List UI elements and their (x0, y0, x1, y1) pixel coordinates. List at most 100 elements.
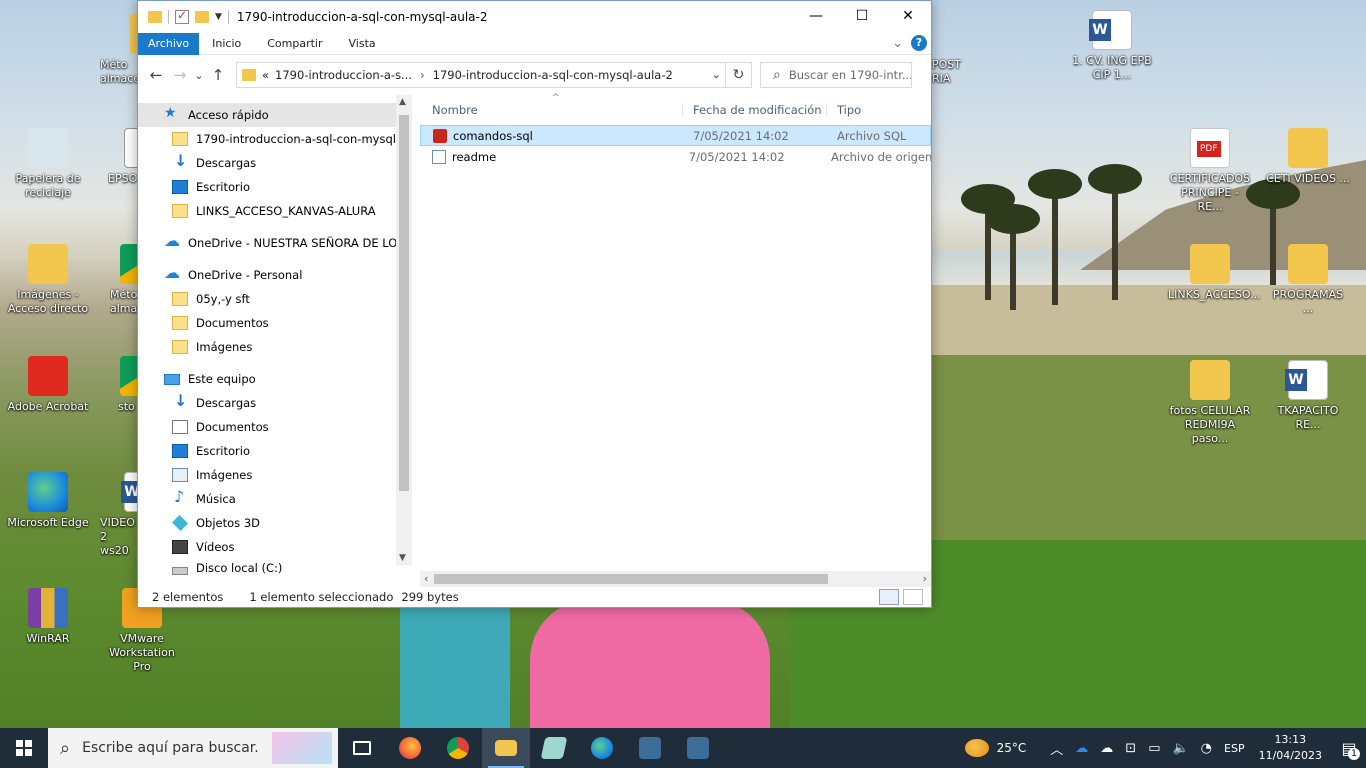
address-bar[interactable]: « 1790-introduccion-a-s... › 1790-introd… (236, 62, 726, 88)
new-folder-icon[interactable] (195, 11, 209, 23)
desktop-icon-sto[interactable]: sto (118, 356, 138, 414)
start-button[interactable] (0, 728, 48, 768)
desktop-icon-epson[interactable]: EPSO (108, 128, 138, 186)
language-indicator[interactable]: ESP (1224, 742, 1245, 755)
taskbar-mysql-workbench[interactable] (626, 728, 674, 768)
desktop-icon-cv[interactable]: 1. CV. ING EPB CIP 1... (1070, 10, 1154, 82)
tab-inicio[interactable]: Inicio (199, 33, 254, 55)
horizontal-scrollbar[interactable]: ‹ › (420, 571, 931, 587)
desktop-icon-certificados[interactable]: CERTIFICADOS PRINCIPE - RE... (1168, 128, 1252, 214)
nav-item-documentos-onedrive[interactable]: Documentos (138, 311, 412, 335)
column-header-tipo[interactable]: Tipo (826, 103, 861, 117)
network-adapter-icon[interactable]: ⊡ (1125, 741, 1136, 756)
nav-item-este-equipo[interactable]: Este equipo (138, 367, 412, 391)
minimize-button[interactable]: — (793, 1, 839, 31)
horizontal-scrollbar-thumb[interactable] (434, 574, 828, 584)
nav-item-05y-sft[interactable]: 05y,-y sft (138, 287, 412, 311)
expand-ribbon-chevron-icon[interactable]: ⌄ (892, 36, 903, 51)
back-button[interactable]: ← (144, 66, 168, 84)
winrar-icon (28, 588, 68, 628)
nav-item-escritorio[interactable]: Escritorio (138, 175, 412, 199)
file-row-readme[interactable]: readme 7/05/2021 14:02 Archivo de origen (420, 146, 931, 167)
desktop-icon-edge[interactable]: Microsoft Edge (6, 472, 90, 530)
maximize-button[interactable]: ☐ (839, 1, 885, 31)
properties-icon[interactable] (175, 8, 189, 24)
taskbar-firefox[interactable] (386, 728, 434, 768)
taskbar-edge[interactable] (578, 728, 626, 768)
nav-item-descargas[interactable]: Descargas (138, 151, 412, 175)
details-view-icon[interactable] (879, 589, 899, 605)
nav-item-disco-local[interactable]: Disco local (C:) (138, 559, 412, 575)
nav-item-links-acceso[interactable]: LINKS_ACCESO_KANVAS-ALURA (138, 199, 412, 223)
customize-toolbar-chevron-icon[interactable]: ▼ (215, 12, 222, 22)
nav-scrollbar[interactable]: ▲ ▼ (396, 95, 412, 565)
column-header-nombre[interactable]: Nombre (420, 103, 682, 117)
desktop-icon-programas[interactable]: PROGRAMAS ... (1266, 244, 1350, 316)
nav-item-onedrive-personal[interactable]: OneDrive - Personal (138, 263, 412, 287)
address-overflow-icon[interactable]: « (262, 68, 269, 82)
desktop-icon-video[interactable]: VIDEO 2 ws20 (100, 472, 138, 558)
address-dropdown-chevron-icon[interactable]: ⌄ (712, 68, 721, 81)
close-button[interactable]: ✕ (885, 1, 931, 31)
tab-vista[interactable]: Vista (336, 33, 389, 55)
nav-item-acceso-rapido[interactable]: Acceso rápido (138, 103, 412, 127)
title-bar[interactable]: ▼ 1790-introduccion-a-sql-con-mysql-aula… (138, 1, 931, 33)
onedrive-icon[interactable]: ☁ (1075, 741, 1088, 756)
taskbar-notes[interactable] (530, 728, 578, 768)
refresh-button[interactable]: ↻ (726, 62, 752, 88)
desktop-icon-tkapacito[interactable]: TKAPACITO RE... (1266, 360, 1350, 432)
nav-item-descargas-pc[interactable]: Descargas (138, 391, 412, 415)
nav-item-objetos-3d[interactable]: Objetos 3D (138, 511, 412, 535)
desktop-icon-winrar[interactable]: WinRAR (6, 588, 90, 646)
desktop-icon-recycle-bin[interactable]: Papelera de reciclaje (6, 128, 90, 200)
recent-locations-chevron-icon[interactable]: ⌄ (192, 69, 206, 82)
desktop-icon-metodos[interactable]: Méto almace (100, 14, 140, 86)
scroll-up-icon[interactable]: ▲ (399, 97, 406, 107)
column-header-fecha[interactable]: Fecha de modificación (682, 103, 826, 117)
breadcrumb-parent[interactable]: 1790-introduccion-a-s... (275, 68, 412, 82)
nav-item-onedrive-lourdes[interactable]: OneDrive - NUESTRA SEÑORA DE LOURDES (138, 231, 412, 255)
desktop-icon-metodos-2[interactable]: Méto almace (110, 244, 138, 316)
forward-button[interactable]: → (168, 66, 192, 84)
desktop-icon-images-shortcut[interactable]: Imágenes - Acceso directo (6, 244, 90, 316)
nav-scrollbar-thumb[interactable] (399, 115, 409, 491)
up-button[interactable]: ↑ (206, 66, 230, 84)
nav-item-folder-1790[interactable]: 1790-introduccion-a-sql-con-mysql-m (138, 127, 412, 151)
mysql-workbench-icon (687, 737, 709, 759)
desktop-icon-adobe-acrobat[interactable]: Adobe Acrobat (6, 356, 90, 414)
breadcrumb-separator-icon[interactable]: › (420, 68, 425, 82)
taskbar-search-box[interactable]: ⌕ Escribe aquí para buscar. (48, 728, 338, 768)
show-hidden-icons-chevron-icon[interactable]: ︿ (1050, 739, 1063, 758)
scroll-right-icon[interactable]: › (923, 572, 927, 585)
nav-item-documentos-pc[interactable]: Documentos (138, 415, 412, 439)
nav-item-escritorio-pc[interactable]: Escritorio (138, 439, 412, 463)
wifi-icon[interactable]: ◔ (1201, 741, 1212, 756)
notifications-button[interactable]: ▤ 1 (1332, 728, 1366, 768)
desktop-icon-ceti-videos[interactable]: CETI VIDEOS ... (1266, 128, 1350, 186)
large-icons-view-icon[interactable] (903, 589, 923, 605)
breadcrumb-current[interactable]: 1790-introduccion-a-sql-con-mysql-aula-2 (433, 68, 673, 82)
task-view-button[interactable] (338, 728, 386, 768)
nav-item-musica[interactable]: Música (138, 487, 412, 511)
weather-widget[interactable]: 25°C (964, 739, 1026, 757)
battery-icon[interactable]: ▭ (1148, 741, 1160, 756)
taskbar-chrome[interactable] (434, 728, 482, 768)
tab-archivo[interactable]: Archivo (138, 32, 200, 55)
nav-item-imagenes-onedrive[interactable]: Imágenes (138, 335, 412, 359)
nav-item-videos[interactable]: Vídeos (138, 535, 412, 559)
onedrive-personal-icon[interactable]: ☁ (1100, 741, 1113, 756)
nav-item-imagenes-pc[interactable]: Imágenes (138, 463, 412, 487)
search-input[interactable]: ⌕ Buscar en 1790-intr... (760, 62, 912, 88)
file-row-comandos-sql[interactable]: comandos-sql 7/05/2021 14:02 Archivo SQL (420, 125, 931, 146)
taskbar-mysql-workbench-2[interactable] (674, 728, 722, 768)
desktop-icon-postria[interactable]: POST RIA (932, 58, 966, 86)
clock[interactable]: 13:13 11/04/2023 (1259, 732, 1322, 764)
desktop-icon-links-acceso[interactable]: LINKS_ACCESO... (1168, 244, 1261, 302)
help-icon[interactable]: ? (911, 35, 927, 51)
desktop-icon-fotos-celular[interactable]: fotos CELULAR REDMI9A paso... (1168, 360, 1252, 446)
tab-compartir[interactable]: Compartir (254, 33, 335, 55)
volume-icon[interactable]: 🔈 (1172, 741, 1188, 756)
scroll-left-icon[interactable]: ‹ (424, 572, 428, 585)
taskbar-file-explorer[interactable] (482, 728, 530, 768)
scroll-down-icon[interactable]: ▼ (399, 553, 406, 563)
